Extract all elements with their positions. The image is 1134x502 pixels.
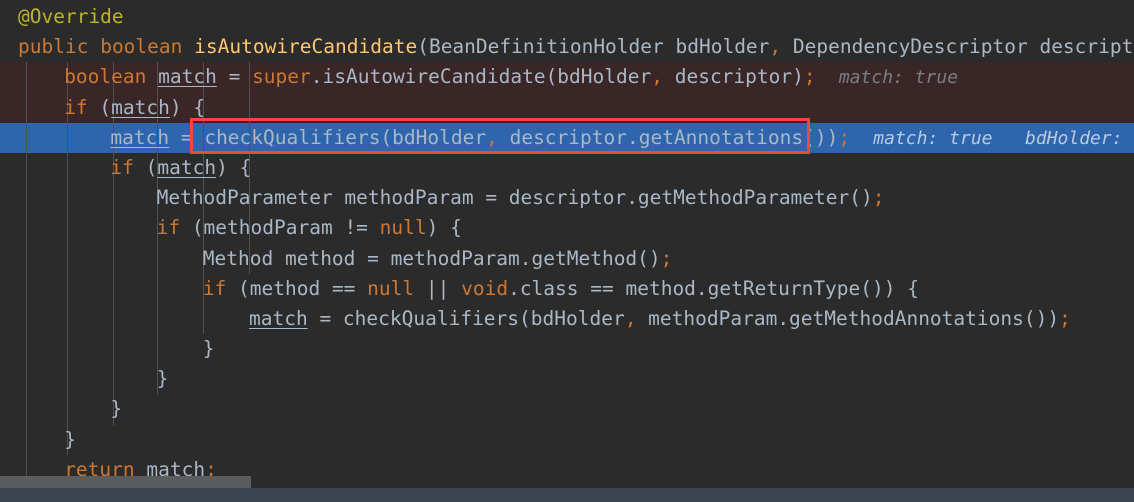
code-token: ; — [872, 186, 885, 210]
code-token: , — [624, 306, 637, 330]
code-token: checkQualifiers(bdHolder — [204, 125, 487, 149]
code-token: = checkQualifiers(bdHolder — [307, 306, 625, 330]
code-token: } — [110, 397, 123, 421]
code-token: match — [157, 155, 217, 179]
code-line[interactable]: public boolean isAutowireCandidate(BeanD… — [0, 32, 1134, 62]
code-token: ( — [87, 95, 112, 119]
code-lines[interactable]: @Override public boolean isAutowireCandid… — [0, 0, 1134, 502]
code-token: null — [367, 276, 415, 300]
code-token: if — [156, 216, 181, 240]
code-token: } — [202, 337, 215, 361]
code-token: } — [156, 367, 169, 391]
code-token: BeanDefinitionHolder bdHolder — [428, 35, 770, 59]
code-line[interactable]: @Override — [0, 2, 1134, 32]
code-token: ; — [838, 125, 851, 149]
code-token: ) { — [216, 155, 252, 179]
code-token: ( — [417, 35, 429, 59]
code-line[interactable]: boolean match = super.isAutowireCandidat… — [0, 62, 1134, 92]
code-editor[interactable]: @Override public boolean isAutowireCandid… — [0, 0, 1134, 502]
status-bar-strip — [0, 488, 1134, 502]
code-token: match — [158, 65, 217, 89]
code-token: .class == method.getReturnType()) { — [508, 276, 919, 300]
code-token: ; — [803, 65, 816, 89]
code-token: super — [252, 65, 311, 89]
code-token: || — [414, 276, 462, 300]
code-line[interactable]: match = checkQualifiers(bdHolder, descri… — [0, 123, 1134, 153]
code-token: = — [169, 125, 205, 149]
code-token: descriptor.getAnnotations()) — [497, 125, 839, 149]
code-token: methodParam.getMethodAnnotations()) — [636, 306, 1060, 330]
code-token: .isAutowireCandidate(bdHolder — [310, 65, 652, 89]
code-token: ) { — [169, 95, 206, 119]
code-token: if — [110, 155, 134, 179]
code-token: isAutowireCandidate — [194, 35, 418, 59]
code-token: ; — [660, 246, 673, 270]
code-token: Method method = methodParam.getMethod() — [202, 246, 661, 270]
code-token: null — [379, 216, 427, 240]
code-token: (method == — [226, 276, 368, 300]
horizontal-scrollbar-track[interactable] — [0, 476, 1134, 488]
code-token: public — [18, 35, 89, 59]
code-line[interactable]: match = checkQualifiers(bdHolder, method… — [0, 304, 1134, 334]
code-token: match — [111, 95, 170, 119]
code-line[interactable]: MethodParameter methodParam = descriptor… — [0, 183, 1134, 213]
code-token: ; — [1059, 306, 1071, 330]
code-token: } — [64, 427, 76, 451]
code-token: boolean — [64, 65, 147, 89]
code-token: descriptor) — [662, 65, 804, 89]
horizontal-scrollbar-thumb[interactable] — [0, 476, 251, 488]
code-token: DependencyDescriptor descriptor — [781, 35, 1134, 59]
code-token: ) { — [426, 216, 462, 240]
code-line[interactable]: } — [0, 364, 1134, 394]
code-line[interactable]: if (match) { — [0, 93, 1134, 123]
code-token: , — [651, 65, 663, 89]
code-token: @Override — [18, 5, 124, 28]
code-line[interactable]: Method method = methodParam.getMethod(); — [0, 244, 1134, 274]
code-line[interactable]: if (method == null || void.class == meth… — [0, 274, 1134, 304]
code-token: boolean — [100, 35, 183, 59]
code-token: MethodParameter methodParam = descriptor… — [156, 186, 873, 210]
code-token: if — [64, 95, 88, 119]
code-line[interactable]: if (methodParam != null) { — [0, 213, 1134, 243]
code-line[interactable]: } — [0, 334, 1134, 364]
code-token: ( — [133, 155, 158, 179]
code-token: = — [216, 65, 253, 89]
code-token: (methodParam != — [180, 216, 380, 240]
code-token: match — [110, 125, 170, 149]
inline-debug-hint: match: true — [838, 67, 959, 89]
code-line[interactable]: } — [0, 394, 1134, 424]
code-token: , — [486, 125, 498, 149]
code-token: , — [769, 35, 782, 59]
code-token: void — [461, 276, 509, 300]
inline-debug-hint: match: true bdHolder: "Bean — [873, 127, 1134, 149]
code-line[interactable]: if (match) { — [0, 153, 1134, 183]
code-token: match — [249, 306, 308, 330]
code-token: if — [202, 276, 227, 300]
code-line[interactable]: } — [0, 425, 1134, 455]
